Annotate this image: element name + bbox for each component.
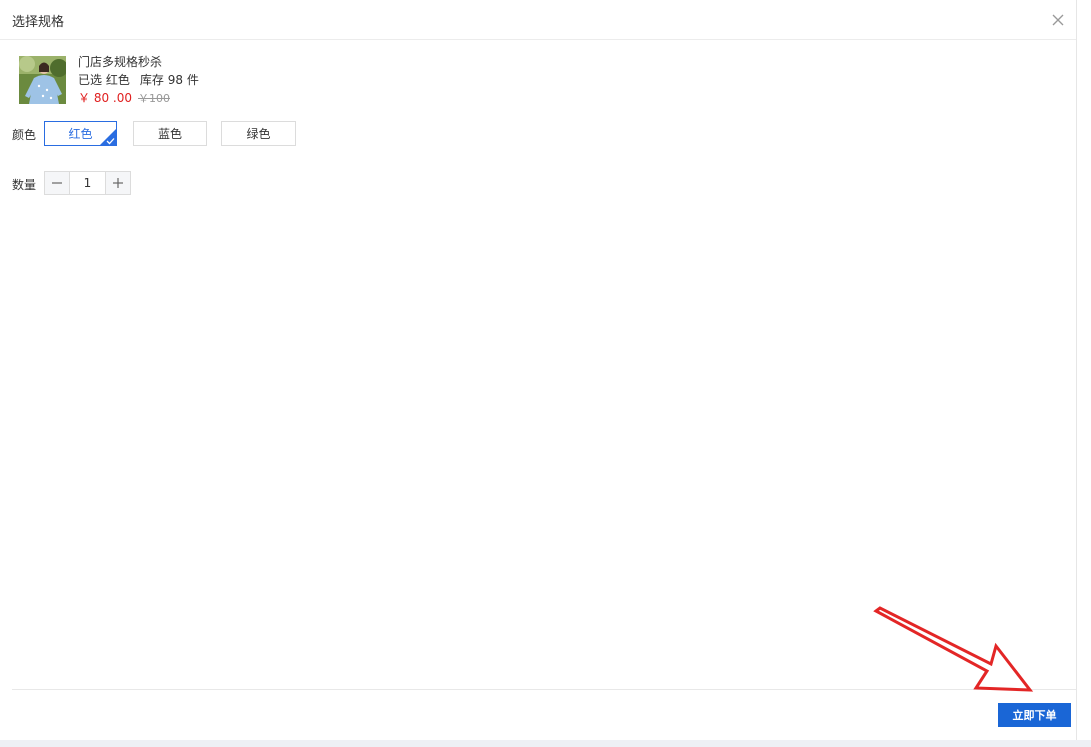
stock-unit: 件 <box>186 73 199 87</box>
product-name: 门店多规格秒杀 <box>78 55 163 69</box>
selected-value: 红色 <box>105 73 130 87</box>
product-thumbnail <box>19 56 66 104</box>
quantity-increase-button[interactable] <box>105 172 130 194</box>
quantity-label: 数量 <box>12 178 37 192</box>
spec-option-label: 蓝色 <box>157 127 182 141</box>
product-selected: 已选 红色 库存 98 件 <box>78 73 199 87</box>
spec-option-label: 绿色 <box>246 127 271 141</box>
dialog-header: 选择规格 <box>0 0 1076 40</box>
spec-option-blue[interactable]: 蓝色 <box>133 121 207 146</box>
quantity-stepper <box>44 171 131 195</box>
quantity-input[interactable] <box>70 172 105 194</box>
spec-option-red[interactable]: 红色 <box>44 121 117 146</box>
original-price: ￥100 <box>137 92 170 105</box>
check-icon <box>106 138 115 145</box>
plus-icon <box>113 178 123 188</box>
close-icon[interactable] <box>1051 12 1065 26</box>
minus-icon <box>52 182 62 184</box>
dialog-title: 选择规格 <box>12 15 65 30</box>
place-order-button[interactable]: 立即下单 <box>998 703 1071 727</box>
spec-option-label: 红色 <box>68 127 93 141</box>
right-gutter <box>1077 0 1091 740</box>
product-price: ￥ 80 .00 ￥100 <box>78 91 170 106</box>
current-price: ￥ 80 .00 <box>78 91 132 105</box>
quantity-decrease-button[interactable] <box>45 172 70 194</box>
stock-value: 98 <box>167 73 183 87</box>
footer-divider <box>12 689 1076 690</box>
spec-label: 颜色 <box>12 128 37 142</box>
stock-label: 库存 <box>139 73 164 87</box>
selected-label: 已选 <box>78 73 103 87</box>
page-bottom-strip <box>0 740 1091 747</box>
spec-dialog: 选择规格 门店多规格秒杀 已选 红色 库存 98 件 ￥ 80 .00 ￥100… <box>0 0 1077 740</box>
spec-option-green[interactable]: 绿色 <box>221 121 296 146</box>
